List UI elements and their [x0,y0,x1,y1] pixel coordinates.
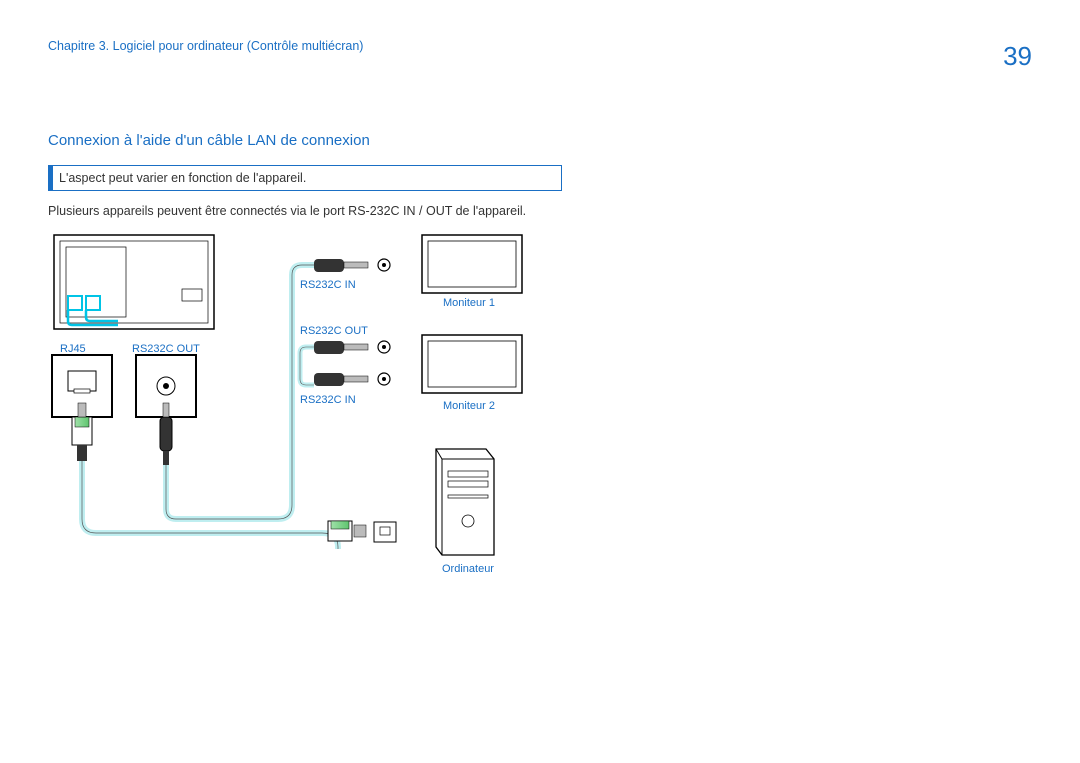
note-callout: L'aspect peut varier en fonction de l'ap… [48,165,562,191]
device-back-panel-icon [54,235,214,329]
diagram-svg [48,231,608,601]
monitor-1-icon [422,235,522,293]
page-number: 39 [1003,38,1032,74]
chapter-title: Chapitre 3. Logiciel pour ordinateur (Co… [48,38,363,56]
note-text: L'aspect peut varier en fonction de l'ap… [59,170,306,188]
body-text: Plusieurs appareils peuvent être connect… [48,203,1032,221]
page-header: Chapitre 3. Logiciel pour ordinateur (Co… [48,38,1032,74]
monitor-2-icon [422,335,522,393]
computer-tower-icon [436,449,494,555]
serial-jack-2-icon [314,341,390,354]
connection-diagram: RJ45 RS232C OUT RS232C IN RS232C OUT RS2… [48,231,608,601]
serial-jack-3-icon [314,373,390,386]
rj45-plug-computer-icon [328,521,396,542]
serial-jack-1-icon [314,259,390,272]
section-title: Connexion à l'aide d'un câble LAN de con… [48,130,1032,151]
document-page: Chapitre 3. Logiciel pour ordinateur (Co… [0,0,1080,763]
